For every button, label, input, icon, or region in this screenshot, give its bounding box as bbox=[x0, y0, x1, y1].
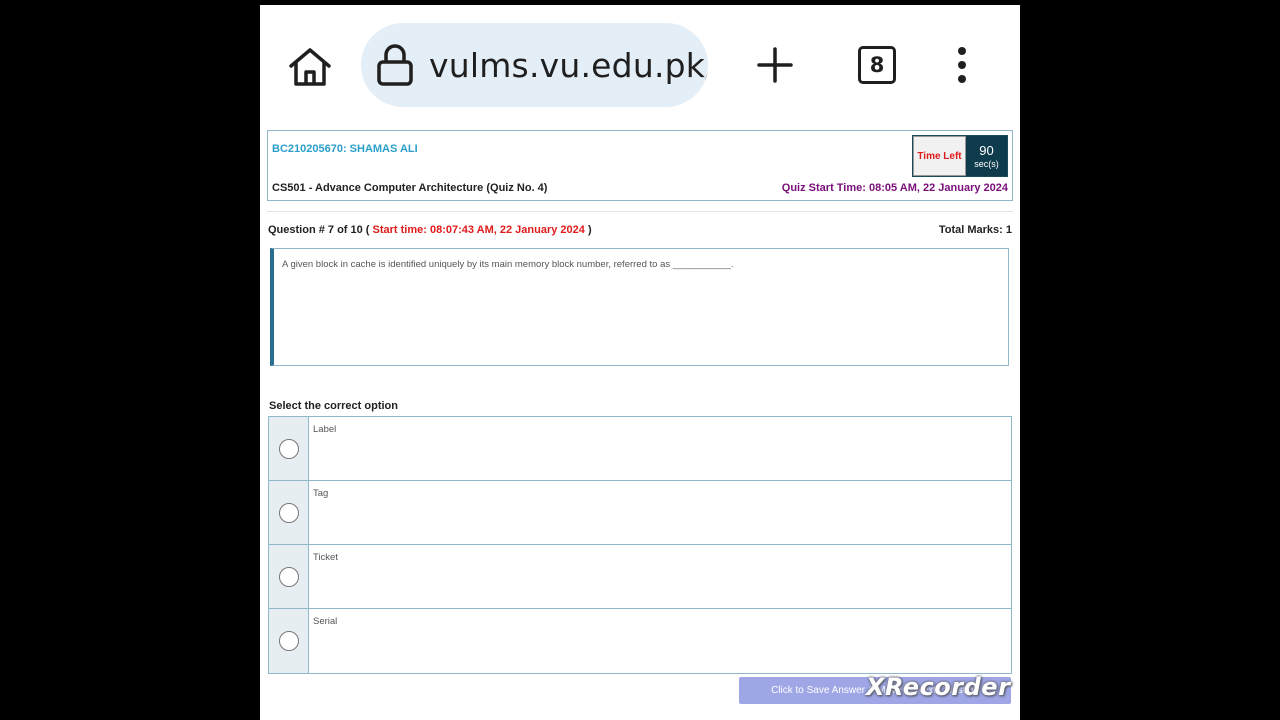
countdown-timer: Time Left 90 sec(s) bbox=[912, 135, 1008, 177]
url-text: vulms.vu.edu.pk/( bbox=[429, 45, 708, 85]
option-radio[interactable] bbox=[278, 631, 299, 651]
option-text: Tag bbox=[313, 488, 329, 499]
option-row[interactable]: Label bbox=[269, 417, 1011, 481]
quiz-start-time: Quiz Start Time: 08:05 AM, 22 January 20… bbox=[781, 182, 1008, 194]
more-vertical-icon bbox=[958, 47, 966, 83]
option-row[interactable]: Ticket bbox=[269, 545, 1011, 609]
tab-switcher-button[interactable]: 8 bbox=[858, 46, 896, 84]
option-row[interactable]: Serial bbox=[269, 609, 1011, 673]
phone-screen: vulms.vu.edu.pk/( 8 BC210205670: SHAMAS … bbox=[260, 5, 1020, 720]
browser-toolbar: vulms.vu.edu.pk/( 8 bbox=[260, 5, 1020, 125]
plus-icon bbox=[757, 47, 793, 83]
option-text: Serial bbox=[313, 616, 338, 627]
quiz-header: BC210205670: SHAMAS ALI CS501 - Advance … bbox=[267, 130, 1013, 201]
home-icon bbox=[289, 48, 331, 86]
home-button[interactable] bbox=[282, 39, 338, 95]
radio-cell bbox=[269, 609, 309, 673]
options-list: Label Tag Ticket Serial bbox=[268, 416, 1012, 674]
timer-label: Time Left bbox=[913, 136, 966, 176]
question-start-time: Start time: 08:07:43 AM, 22 January 2024 bbox=[372, 224, 585, 236]
option-text: Label bbox=[313, 424, 337, 435]
question-info: Question # 7 of 10 ( Start time: 08:07:4… bbox=[268, 224, 592, 236]
more-menu-button[interactable] bbox=[950, 43, 974, 87]
option-radio[interactable] bbox=[278, 566, 299, 587]
address-bar[interactable]: vulms.vu.edu.pk/( bbox=[361, 23, 708, 107]
recorder-watermark: XRecorder bbox=[866, 673, 1011, 701]
question-info-close: ) bbox=[584, 224, 592, 236]
option-radio[interactable] bbox=[278, 502, 299, 523]
radio-cell bbox=[269, 545, 309, 608]
question-text: A given block in cache is identified uni… bbox=[282, 259, 734, 270]
timer-value-box: 90 sec(s) bbox=[966, 136, 1007, 176]
radio-cell bbox=[269, 417, 309, 480]
timer-unit: sec(s) bbox=[974, 158, 999, 169]
course-title: CS501 - Advance Computer Architecture (Q… bbox=[272, 182, 548, 194]
option-row[interactable]: Tag bbox=[269, 481, 1011, 545]
total-marks: Total Marks: 1 bbox=[938, 224, 1012, 236]
lock-icon bbox=[377, 44, 413, 86]
new-tab-button[interactable] bbox=[753, 43, 797, 87]
student-name: BC210205670: SHAMAS ALI bbox=[272, 143, 418, 155]
divider bbox=[267, 211, 1013, 212]
select-option-label: Select the correct option bbox=[269, 400, 398, 412]
radio-cell bbox=[269, 481, 309, 544]
question-number: Question # 7 of 10 ( bbox=[268, 224, 373, 236]
timer-seconds: 90 bbox=[979, 142, 994, 158]
option-radio[interactable] bbox=[278, 438, 299, 459]
option-text: Ticket bbox=[313, 552, 338, 563]
question-box: A given block in cache is identified uni… bbox=[270, 248, 1009, 366]
